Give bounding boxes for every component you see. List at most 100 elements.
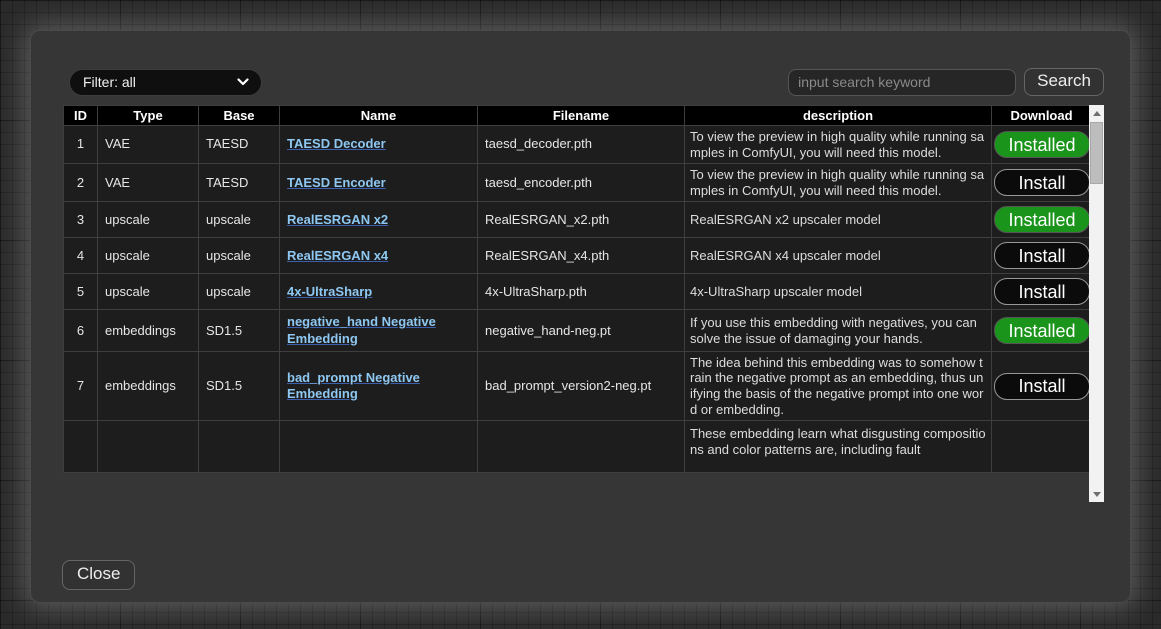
cell-type: upscale [98,274,199,310]
model-link[interactable]: RealESRGAN x4 [287,248,388,263]
model-link[interactable]: TAESD Decoder [287,136,386,151]
cell-type: embeddings [98,351,199,420]
cell-filename: RealESRGAN_x4.pth [478,238,685,274]
cell-id: 4 [64,238,98,274]
cell-description: RealESRGAN x2 upscaler model [685,202,992,238]
cell-type: upscale [98,202,199,238]
model-table-viewport: ID Type Base Name Filename description D… [63,105,1089,502]
filter-select[interactable]: Filter: all [69,69,262,96]
search-group: Search [788,68,1104,96]
cell-base: upscale [199,238,280,274]
cell-download: Install [992,274,1090,310]
cell-name: RealESRGAN x2 [280,202,478,238]
cell-type: upscale [98,238,199,274]
cell-download: Install [992,351,1090,420]
cell-name: TAESD Decoder [280,126,478,164]
model-link[interactable]: negative_hand Negative Embedding [287,314,436,345]
model-link[interactable]: RealESRGAN x2 [287,212,388,227]
cell-id: 3 [64,202,98,238]
arrow-up-icon [1093,111,1101,116]
table-row: 5 upscale upscale 4x-UltraSharp 4x-Ultra… [64,274,1090,310]
header-base: Base [199,106,280,126]
cell-id: 2 [64,164,98,202]
cell-download: Installed [992,126,1090,164]
search-input[interactable] [788,69,1016,96]
header-description: description [685,106,992,126]
table-header-row: ID Type Base Name Filename description D… [64,106,1090,126]
cell-download: Installed [992,310,1090,352]
cell-filename: 4x-UltraSharp.pth [478,274,685,310]
model-link[interactable]: 4x-UltraSharp [287,284,372,299]
download-button[interactable]: Install [994,278,1089,305]
cell-description: These embedding learn what disgusting co… [685,421,992,473]
header-name: Name [280,106,478,126]
table-row: 7 embeddings SD1.5 bad_prompt Negative E… [64,351,1090,420]
table-row: 4 upscale upscale RealESRGAN x4 RealESRG… [64,238,1090,274]
cell-filename: taesd_decoder.pth [478,126,685,164]
cell-base: TAESD [199,164,280,202]
scrollbar-down-button[interactable] [1089,486,1104,502]
cell-name: TAESD Encoder [280,164,478,202]
cell-type: embeddings [98,310,199,352]
cell-id: 5 [64,274,98,310]
cell-name: bad_prompt Negative Embedding [280,351,478,420]
cell-description: The idea behind this embedding was to so… [685,351,992,420]
table-row: These embedding learn what disgusting co… [64,421,1090,473]
cell-id [64,421,98,473]
cell-filename [478,421,685,473]
cell-filename: taesd_encoder.pth [478,164,685,202]
table-row: 6 embeddings SD1.5 negative_hand Negativ… [64,310,1090,352]
header-id: ID [64,106,98,126]
model-table: ID Type Base Name Filename description D… [63,105,1089,473]
cell-base [199,421,280,473]
cell-id: 6 [64,310,98,352]
scrollbar-thumb[interactable] [1090,122,1103,184]
cell-description: To view the preview in high quality whil… [685,126,992,164]
install-models-dialog: Filter: all Search ID Type Base Name [30,30,1131,603]
toolbar: Filter: all Search [63,68,1104,96]
download-button[interactable]: Install [994,242,1089,269]
cell-description: 4x-UltraSharp upscaler model [685,274,992,310]
download-button[interactable]: Installed [994,317,1089,344]
arrow-down-icon [1093,492,1101,497]
cell-description: RealESRGAN x4 upscaler model [685,238,992,274]
cell-base: upscale [199,274,280,310]
model-link[interactable]: TAESD Encoder [287,175,386,190]
model-link[interactable]: bad_prompt Negative Embedding [287,370,420,401]
header-type: Type [98,106,199,126]
header-filename: Filename [478,106,685,126]
cell-download [992,421,1090,473]
cell-download: Install [992,238,1090,274]
cell-type [98,421,199,473]
cell-name: RealESRGAN x4 [280,238,478,274]
cell-type: VAE [98,126,199,164]
download-button[interactable]: Installed [994,206,1089,233]
cell-base: SD1.5 [199,351,280,420]
scrollbar-track[interactable] [1089,105,1104,502]
search-button[interactable]: Search [1024,68,1104,96]
table-row: 1 VAE TAESD TAESD Decoder taesd_decoder.… [64,126,1090,164]
close-button[interactable]: Close [62,560,135,590]
cell-filename: RealESRGAN_x2.pth [478,202,685,238]
cell-filename: bad_prompt_version2-neg.pt [478,351,685,420]
filter-select-label: Filter: all [83,74,136,90]
cell-download: Installed [992,202,1090,238]
cell-name [280,421,478,473]
table-row: 2 VAE TAESD TAESD Encoder taesd_encoder.… [64,164,1090,202]
cell-base: TAESD [199,126,280,164]
cell-name: negative_hand Negative Embedding [280,310,478,352]
download-button[interactable]: Install [994,169,1089,196]
download-button[interactable]: Install [994,373,1089,400]
chevron-down-icon [237,78,249,86]
cell-description: To view the preview in high quality whil… [685,164,992,202]
cell-filename: negative_hand-neg.pt [478,310,685,352]
download-button[interactable]: Installed [994,131,1089,158]
scrollbar-up-button[interactable] [1089,105,1104,121]
cell-base: SD1.5 [199,310,280,352]
cell-base: upscale [199,202,280,238]
cell-name: 4x-UltraSharp [280,274,478,310]
cell-id: 7 [64,351,98,420]
cell-description: If you use this embedding with negatives… [685,310,992,352]
model-table-area: ID Type Base Name Filename description D… [63,105,1104,502]
table-row: 3 upscale upscale RealESRGAN x2 RealESRG… [64,202,1090,238]
